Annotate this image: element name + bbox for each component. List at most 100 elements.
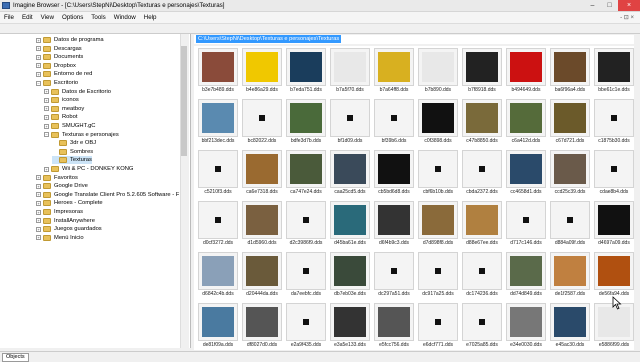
menu-edit[interactable]: Edit: [18, 14, 37, 21]
tree-item[interactable]: Sombres: [52, 148, 93, 156]
tree-item[interactable]: + Google Drive: [36, 182, 88, 190]
thumbnail-grid[interactable]: b3e7b489.dds b4e86a29.dds b7eda751.dds b7a5…: [194, 46, 634, 350]
thumbnail-item[interactable]: bbe61c1e.dds: [594, 48, 634, 96]
tree-item[interactable]: + Robot: [44, 113, 77, 121]
expand-toggle-icon[interactable]: +: [36, 226, 41, 232]
expand-toggle-icon[interactable]: +: [36, 54, 41, 60]
thumbnail-item[interactable]: dd74d849.dds: [506, 252, 546, 300]
thumbnail-item[interactable]: c5210f3.dds: [198, 150, 238, 198]
thumbnail-item[interactable]: d1d5960.dds: [242, 201, 282, 249]
thumbnail-item[interactable]: dc297a51.dds: [374, 252, 414, 300]
thumbnail-item[interactable]: c0f3898.dds: [418, 99, 458, 147]
thumbnail-item[interactable]: d6f4b9c3.dds: [374, 201, 414, 249]
expand-toggle-icon[interactable]: +: [36, 71, 41, 77]
expand-toggle-icon[interactable]: +: [36, 209, 41, 215]
tree-item[interactable]: + Dropbox: [36, 62, 76, 70]
thumbnail-item[interactable]: e7025a85.dds: [462, 303, 502, 351]
thumbnail-item[interactable]: cdae8b4.dds: [594, 150, 634, 198]
thumbnail-item[interactable]: bf1d09.dds: [330, 99, 370, 147]
thumbnail-item[interactable]: e5fcc756.dds: [374, 303, 414, 351]
thumbnail-item[interactable]: c47b8850.dds: [462, 99, 502, 147]
expand-toggle-icon[interactable]: +: [44, 89, 49, 95]
tree-item[interactable]: + Favoritos: [36, 174, 78, 182]
thumbnail-item[interactable]: d2c3986f9.dds: [286, 201, 326, 249]
tree-item[interactable]: + SMUGHT.gC: [44, 122, 96, 130]
thumbnail-item[interactable]: b494649.dds: [506, 48, 546, 96]
thumbnail-item[interactable]: bf39b6.dds: [374, 99, 414, 147]
thumbnail-item[interactable]: b3e7b489.dds: [198, 48, 238, 96]
tree-item[interactable]: 3dr e OBJ: [52, 139, 96, 147]
expand-toggle-icon[interactable]: +: [36, 218, 41, 224]
tree-scrollbar-thumb[interactable]: [181, 46, 187, 156]
thumbnail-item[interactable]: dc174236.dds: [462, 252, 502, 300]
thumbnail-item[interactable]: cbda2372.dds: [462, 150, 502, 198]
tree-item[interactable]: + Impresoras: [36, 208, 83, 216]
tree-item[interactable]: + Entorno de red: [36, 70, 92, 78]
objects-tab[interactable]: Objects: [2, 353, 29, 362]
thumbnail-item[interactable]: cbf6b10b.dds: [418, 150, 458, 198]
tree-item[interactable]: + Documents: [36, 53, 83, 61]
expand-toggle-icon[interactable]: +: [36, 235, 41, 241]
menu-tools[interactable]: Tools: [87, 14, 109, 21]
mdi-window-controls[interactable]: - ⊡ ×: [620, 14, 640, 21]
thumbnail-item[interactable]: d45ba61e.dds: [330, 201, 370, 249]
thumbnail-item[interactable]: de81f09a.dds: [198, 303, 238, 351]
thumbnail-item[interactable]: ccd25c39.dds: [550, 150, 590, 198]
tree-item[interactable]: + Wii & PC - DONKEY KONG: [44, 165, 133, 173]
expand-toggle-icon[interactable]: [52, 149, 57, 154]
tree-item[interactable]: + InstallAnywhere: [36, 217, 95, 225]
thumbnail-item[interactable]: bbf213dec.dds: [198, 99, 238, 147]
thumbnail-item[interactable]: b7a64ff8.dds: [374, 48, 414, 96]
expand-toggle-icon[interactable]: [52, 141, 57, 146]
expand-toggle-icon[interactable]: +: [44, 114, 49, 120]
thumbnail-item[interactable]: b7a5f70.dds: [330, 48, 370, 96]
thumbnail-item[interactable]: b7b890.dds: [418, 48, 458, 96]
thumbnail-item[interactable]: da7eebfc.dds: [286, 252, 326, 300]
thumbnail-item[interactable]: d4697a09.dds: [594, 201, 634, 249]
expand-toggle-icon[interactable]: +: [44, 106, 49, 112]
expand-toggle-icon[interactable]: +: [44, 166, 49, 172]
expand-toggle-icon[interactable]: +: [36, 183, 41, 189]
menu-window[interactable]: Window: [110, 14, 140, 21]
thumbnail-item[interactable]: d6842c4b.dds: [198, 252, 238, 300]
thumbnail-item[interactable]: c6a412d.dds: [506, 99, 546, 147]
thumbnail-item[interactable]: c67d721.dds: [550, 99, 590, 147]
thumbnail-item[interactable]: e5886f99.dds: [594, 303, 634, 351]
thumbnail-item[interactable]: e6dcf771.dds: [418, 303, 458, 351]
expand-toggle-icon[interactable]: +: [44, 97, 49, 103]
folder-tree[interactable]: + Datos de programa + Descargas + Documents + D…: [0, 34, 191, 348]
expand-toggle-icon[interactable]: +: [36, 46, 41, 52]
thumbnail-item[interactable]: d88e67ee.dds: [462, 201, 502, 249]
menu-options[interactable]: Options: [58, 14, 87, 21]
thumbnail-item[interactable]: caa25cd5.dds: [330, 150, 370, 198]
thumbnail-item[interactable]: bdfe3d7b.dds: [286, 99, 326, 147]
thumbnail-item[interactable]: de1f2587.dds: [550, 252, 590, 300]
expand-toggle-icon[interactable]: +: [36, 63, 41, 69]
thumbnail-item[interactable]: cc4658d1.dds: [506, 150, 546, 198]
thumbnail-item[interactable]: d7d898f8.dds: [418, 201, 458, 249]
thumbnail-item[interactable]: e2a9f435.dds: [286, 303, 326, 351]
tree-item[interactable]: + Google Translate Client Pro 5.2.605 Sof…: [36, 191, 179, 199]
tree-item[interactable]: + meatboy: [44, 105, 84, 113]
path-text[interactable]: C:\Users\StepNi\Desktop\Texturas e perso…: [196, 35, 342, 43]
thumbnail-item[interactable]: e3a5e133.dds: [330, 303, 370, 351]
thumbnail-item[interactable]: db7eb03e.dds: [330, 252, 370, 300]
tree-item[interactable]: + Datos de Escritorio: [44, 88, 111, 96]
close-icon[interactable]: ×: [618, 0, 640, 11]
menu-help[interactable]: Help: [140, 14, 161, 21]
thumbnail-item[interactable]: e34e0030.dds: [506, 303, 546, 351]
expand-toggle-icon[interactable]: +: [36, 200, 41, 206]
thumbnail-item[interactable]: b4e86a29.dds: [242, 48, 282, 96]
expand-toggle-icon[interactable]: −: [44, 132, 49, 138]
thumbnail-item[interactable]: d884a09f.dds: [550, 201, 590, 249]
thumbnail-item[interactable]: e45ac30.dds: [550, 303, 590, 351]
thumbnail-item[interactable]: ba6f96a4.dds: [550, 48, 590, 96]
expand-toggle-icon[interactable]: −: [36, 80, 41, 86]
thumbnail-item[interactable]: dc917a25.dds: [418, 252, 458, 300]
tree-item[interactable]: + Heroes - Complete: [36, 199, 103, 207]
thumbnail-item[interactable]: d717c146.dds: [506, 201, 546, 249]
thumbnail-item[interactable]: ca6e7318.dds: [242, 150, 282, 198]
minimize-icon[interactable]: –: [584, 0, 601, 11]
thumbnail-item[interactable]: b7eda751.dds: [286, 48, 326, 96]
tree-item[interactable]: + Descargas: [36, 45, 82, 53]
